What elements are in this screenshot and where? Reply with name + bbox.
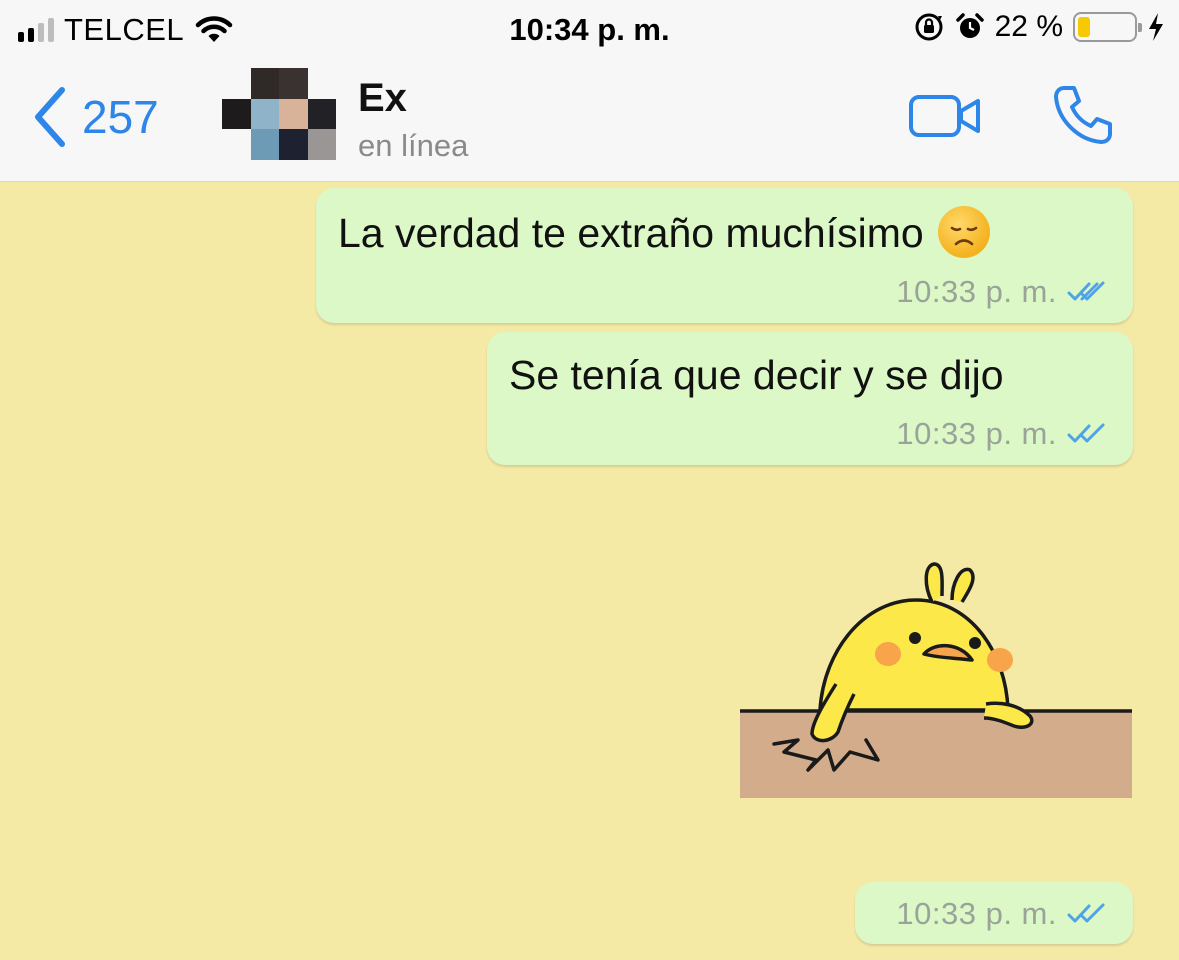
battery-icon xyxy=(1073,12,1142,42)
avatar[interactable] xyxy=(222,68,336,160)
contact-name[interactable]: Ex xyxy=(358,76,407,121)
video-call-icon[interactable] xyxy=(908,92,982,140)
message-text: Se tenía que decir y se dijo xyxy=(509,352,1004,398)
battery-percent: 22 % xyxy=(994,10,1063,43)
message-text: La verdad te extraño muchísimo xyxy=(338,206,990,262)
battery-level-fill xyxy=(1078,17,1090,37)
orientation-lock-icon xyxy=(915,13,943,41)
charging-icon xyxy=(1149,13,1163,41)
message-time: 10:33 p. m. xyxy=(896,274,1057,309)
message-time: 10:33 p. m. xyxy=(896,416,1057,451)
contact-status: en línea xyxy=(358,128,469,163)
read-ticks-icon xyxy=(1067,423,1105,443)
chat-header: 257 Ex en línea xyxy=(0,62,1179,182)
message-bubble-outgoing[interactable]: La verdad te extraño muchísimo 10:33 p. … xyxy=(316,188,1133,323)
message-meta: 10:33 p. m. xyxy=(896,416,1107,452)
message-bubble-outgoing[interactable]: 10:33 p. m. xyxy=(855,882,1133,944)
status-bar: TELCEL 10:34 p. m. 22 % xyxy=(0,0,1179,62)
back-chevron-icon xyxy=(35,87,65,147)
status-right: 22 % xyxy=(913,10,1165,44)
back-button[interactable]: 257 xyxy=(32,86,159,148)
chat-screen: TELCEL 10:34 p. m. 22 % 257 Ex en línea … xyxy=(0,0,1179,960)
read-ticks-icon xyxy=(1067,281,1105,301)
unread-count: 257 xyxy=(82,91,159,143)
read-ticks-icon xyxy=(1067,903,1105,923)
message-bubble-outgoing[interactable]: Se tenía que decir y se dijo 10:33 p. m. xyxy=(487,332,1133,465)
alarm-icon xyxy=(955,13,984,38)
message-text-content: La verdad te extraño muchísimo xyxy=(338,210,924,256)
message-time: 10:33 p. m. xyxy=(896,896,1057,931)
yellow-chick-breaking-table-sticker[interactable] xyxy=(738,556,1134,802)
phone-call-icon[interactable] xyxy=(1050,82,1116,148)
message-meta: 10:33 p. m. xyxy=(896,274,1107,310)
message-meta: 10:33 p. m. xyxy=(896,896,1107,932)
disappointed-face-emoji xyxy=(937,206,990,259)
